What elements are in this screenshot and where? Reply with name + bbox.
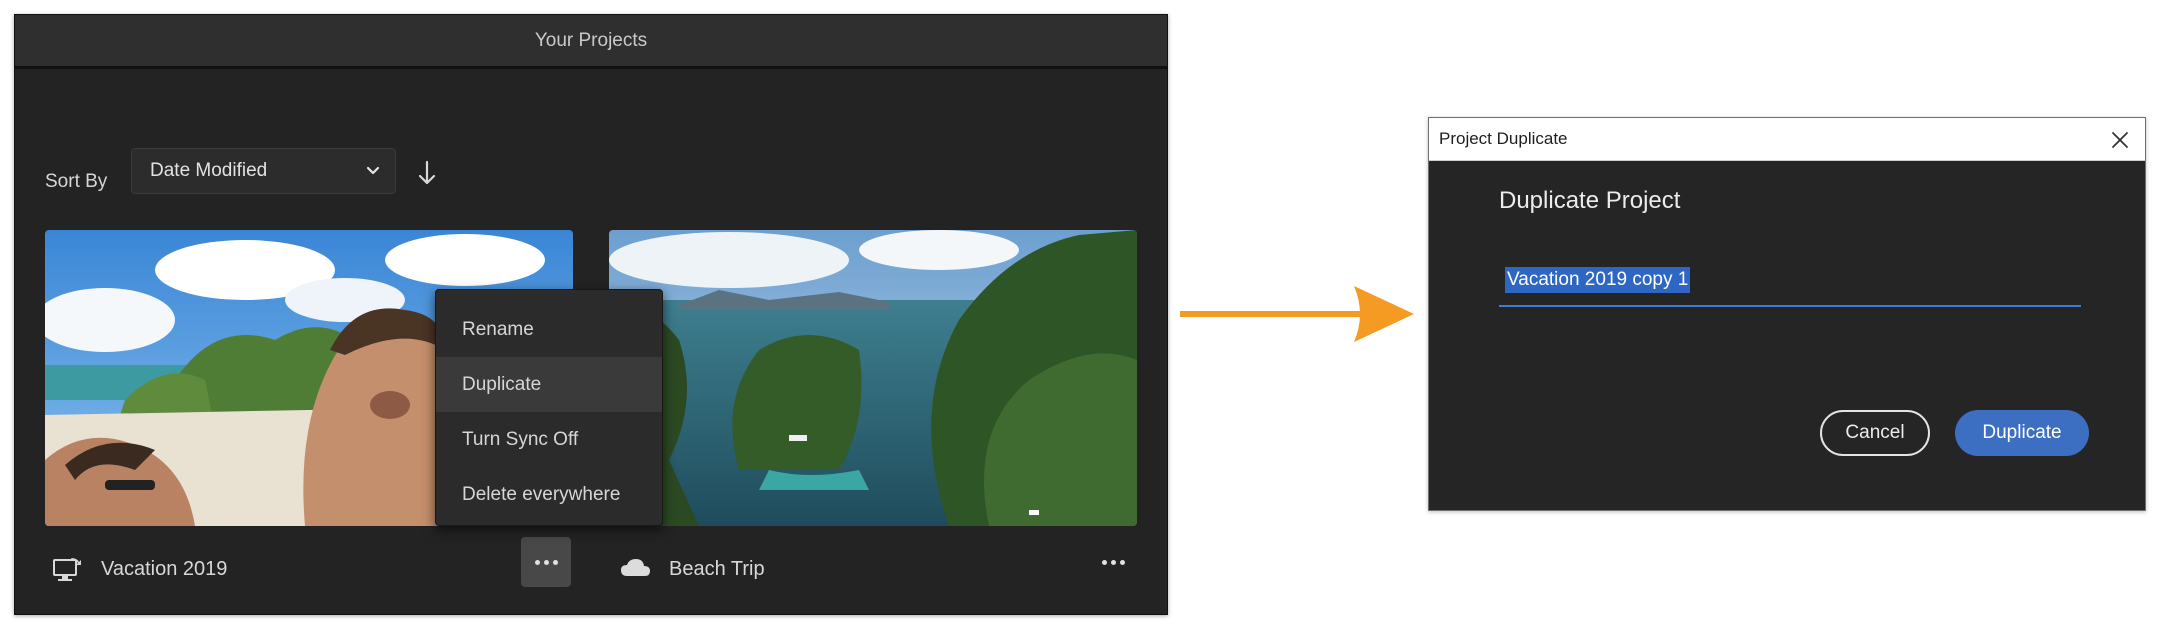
sort-select[interactable]: Date Modified <box>131 148 396 194</box>
more-icon <box>1101 559 1125 565</box>
cloud-icon <box>621 559 650 576</box>
arrow-down-icon[interactable] <box>415 159 439 187</box>
dialog-titlebar: Project Duplicate <box>1429 118 2145 161</box>
dialog-window-title: Project Duplicate <box>1439 129 1568 148</box>
project-name: Vacation 2019 <box>101 557 228 580</box>
project-name: Beach Trip <box>669 557 765 580</box>
desktop-sync-icon <box>53 558 81 581</box>
menu-item-duplicate[interactable]: Duplicate <box>436 357 662 412</box>
projects-panel: Your Projects Sort By Date Modified Vaca… <box>14 14 1168 615</box>
lagoon-image <box>609 230 1137 526</box>
panel-title: Your Projects <box>15 15 1167 69</box>
more-options-button[interactable] <box>521 537 571 587</box>
project-name-input[interactable]: Vacation 2019 copy 1 <box>1499 267 2081 307</box>
project-duplicate-dialog: Project Duplicate Duplicate Project Vaca… <box>1428 117 2146 511</box>
sort-select-value: Date Modified <box>150 160 268 181</box>
chevron-down-icon <box>366 166 380 175</box>
project-footer-vacation: Vacation 2019 <box>51 544 227 594</box>
close-icon[interactable] <box>2109 129 2131 151</box>
duplicate-button[interactable]: Duplicate <box>1955 410 2089 456</box>
cancel-button[interactable]: Cancel <box>1820 410 1930 456</box>
menu-item-turn-sync-off[interactable]: Turn Sync Off <box>436 412 662 467</box>
more-options-button[interactable] <box>1088 537 1138 587</box>
sort-label: Sort By <box>45 171 108 192</box>
dialog-heading: Duplicate Project <box>1499 187 1681 214</box>
project-name-value: Vacation 2019 copy 1 <box>1505 267 1691 293</box>
more-icon <box>534 559 558 565</box>
menu-item-rename[interactable]: Rename <box>436 302 662 357</box>
menu-item-delete-everywhere[interactable]: Delete everywhere <box>436 467 662 522</box>
project-thumbnail-beach-trip[interactable] <box>609 230 1137 526</box>
project-context-menu: Rename Duplicate Turn Sync Off Delete ev… <box>435 289 663 526</box>
flow-arrow-icon <box>1180 286 1414 342</box>
project-footer-beach-trip: Beach Trip <box>619 544 765 594</box>
